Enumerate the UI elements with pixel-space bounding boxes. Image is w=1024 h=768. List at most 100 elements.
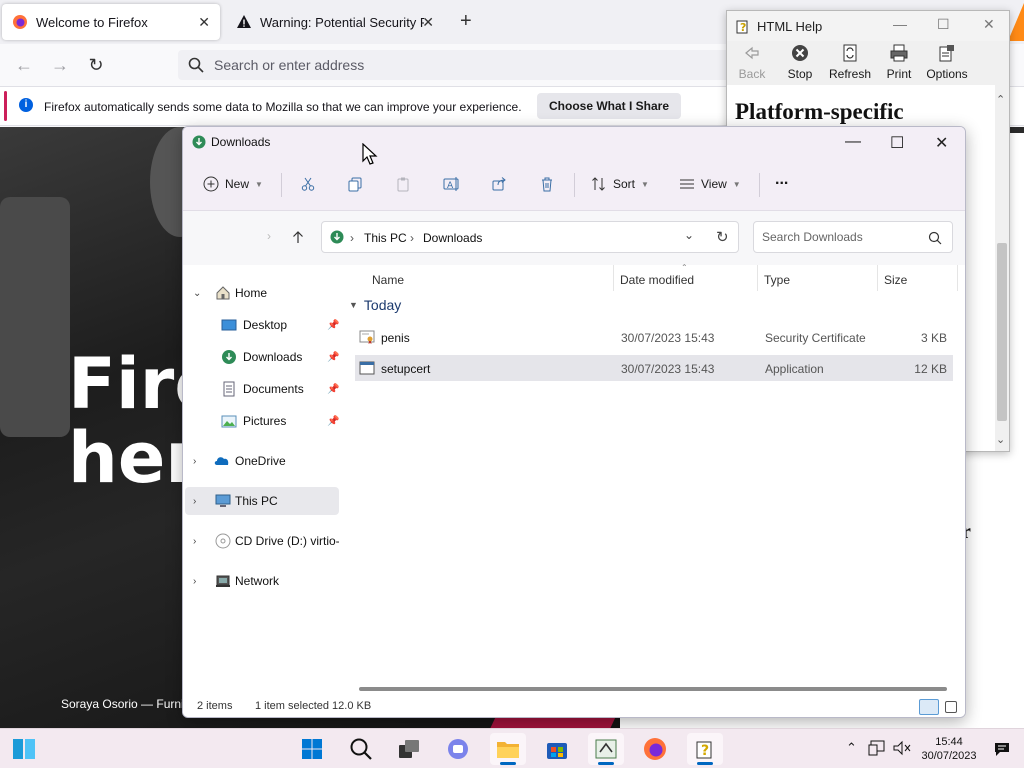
teams-chat-button[interactable] [440, 733, 476, 765]
help-title-bar[interactable]: ? HTML Help — ☐ ✕ [727, 11, 1009, 41]
column-header-size[interactable]: Size [884, 273, 907, 287]
search-box[interactable] [753, 221, 953, 253]
share-button[interactable] [491, 171, 513, 197]
file-name: setupcert [381, 362, 431, 376]
help-back-button[interactable]: Back [727, 43, 777, 81]
nav-item-network[interactable]: › Network [185, 567, 339, 595]
view-button[interactable]: View ▼ [679, 171, 741, 197]
file-row[interactable]: penis 30/07/2023 15:43 Security Certific… [355, 324, 953, 350]
help-options-button[interactable]: Options [922, 43, 972, 81]
details-view-icon[interactable] [919, 699, 939, 715]
file-list-pane: Name ⌃ Date modified Type Size ▼ Today p… [343, 263, 965, 685]
html-help-taskbar-button[interactable]: ? [687, 733, 723, 765]
task-view-button[interactable] [391, 733, 427, 765]
breadcrumb-downloads[interactable]: Downloads [423, 231, 482, 245]
volume-muted-icon[interactable] [893, 740, 911, 756]
scrollbar-thumb[interactable] [997, 243, 1007, 421]
tab-security-warning[interactable]: Warning: Potential Security Risk Ahead ✕ [226, 4, 444, 40]
more-options-button[interactable]: ... [775, 167, 788, 193]
clock-time: 15:44 [935, 736, 963, 748]
nav-item-desktop[interactable]: Desktop 📌 [185, 311, 339, 339]
group-header-today[interactable]: ▼ Today [349, 297, 401, 313]
copy-button[interactable] [347, 171, 369, 197]
chevron-right-icon[interactable]: › [193, 576, 196, 587]
trash-icon [542, 177, 552, 192]
chevron-right-icon[interactable]: › [193, 536, 196, 547]
scroll-down-icon[interactable]: ⌄ [996, 433, 1005, 446]
help-scrollbar[interactable]: ⌃ ⌄ [995, 85, 1009, 451]
microsoft-store-button[interactable] [539, 733, 575, 765]
nav-item-downloads[interactable]: Downloads 📌 [185, 343, 339, 371]
choose-what-i-share-button[interactable]: Choose What I Share [537, 93, 682, 119]
column-header-name[interactable]: Name [372, 273, 404, 287]
minimize-icon[interactable]: — [893, 16, 907, 32]
taskbar-search-button[interactable] [343, 733, 379, 765]
firefox-taskbar-button[interactable] [637, 733, 673, 765]
sort-button[interactable]: Sort ▼ [591, 171, 649, 197]
maximize-icon[interactable]: ☐ [937, 16, 950, 33]
widgets-icon[interactable] [12, 738, 36, 760]
nav-item-home[interactable]: ⌄ Home [185, 279, 339, 307]
address-bar[interactable]: Search or enter address [178, 50, 738, 80]
close-tab-icon[interactable]: ✕ [198, 14, 210, 31]
tiles-view-icon[interactable] [945, 701, 957, 713]
downloads-icon [330, 230, 344, 244]
pin-icon: 📌 [327, 383, 340, 395]
tab-welcome-to-firefox[interactable]: Welcome to Firefox ✕ [2, 4, 220, 40]
new-tab-button[interactable]: + [460, 10, 472, 33]
back-icon[interactable]: ← [12, 54, 36, 76]
file-row[interactable]: setupcert 30/07/2023 15:43 Application 1… [355, 355, 953, 381]
chevron-right-icon[interactable]: › [193, 456, 196, 467]
up-arrow-icon[interactable] [291, 230, 305, 244]
chevron-right-icon[interactable]: › [193, 496, 196, 507]
new-button[interactable]: New ▼ [203, 171, 263, 197]
notifications-icon[interactable] [994, 741, 1010, 757]
nav-item-cd-drive[interactable]: › CD Drive (D:) virtio-w [185, 527, 339, 555]
horizontal-scrollbar[interactable] [359, 687, 947, 691]
chevron-up-icon[interactable]: ⌃ [846, 740, 857, 756]
start-button[interactable] [294, 733, 330, 765]
plus-circle-icon [203, 176, 219, 192]
rename-button[interactable]: A [443, 171, 467, 197]
address-bar[interactable]: › This PC › Downloads ⌄ ↻ [321, 221, 739, 253]
setupcert-taskbar-button[interactable] [588, 733, 624, 765]
search-input[interactable] [762, 230, 912, 244]
chevron-down-icon[interactable]: ⌄ [193, 288, 201, 299]
minimize-icon[interactable]: — [845, 133, 861, 151]
reload-icon[interactable]: ↻ [84, 54, 108, 76]
help-refresh-button[interactable]: Refresh [825, 43, 875, 81]
file-type: Application [765, 362, 824, 376]
refresh-icon[interactable]: ↻ [716, 228, 729, 246]
column-header-date-modified[interactable]: Date modified [620, 273, 694, 287]
chevron-down-icon[interactable]: ⌄ [684, 228, 694, 242]
history-chevron-icon[interactable]: › [267, 229, 271, 243]
explorer-title-bar[interactable]: Downloads — ☐ ✕ [183, 127, 965, 159]
nav-item-pictures[interactable]: Pictures 📌 [185, 407, 339, 435]
column-header-type[interactable]: Type [764, 273, 790, 287]
system-clock[interactable]: 15:44 30/07/2023 [919, 735, 979, 763]
close-tab-icon[interactable]: ✕ [422, 14, 434, 31]
cloud-icon [214, 457, 229, 465]
forward-icon[interactable]: → [48, 54, 72, 76]
paste-icon [397, 177, 409, 192]
maximize-icon[interactable]: ☐ [890, 133, 904, 153]
nav-label: Downloads [243, 350, 303, 364]
help-print-button[interactable]: Print [874, 43, 924, 81]
close-icon[interactable]: ✕ [935, 133, 948, 153]
close-icon[interactable]: ✕ [983, 16, 995, 33]
hero-caption: Soraya Osorio — Furnit [61, 697, 188, 711]
help-stop-button[interactable]: Stop [775, 43, 825, 81]
nav-item-this-pc[interactable]: › This PC [185, 487, 339, 515]
chevron-down-icon: ▼ [641, 179, 649, 189]
file-explorer-taskbar-button[interactable] [490, 733, 526, 765]
network-status-icon[interactable] [868, 740, 886, 756]
breadcrumb-this-pc[interactable]: This PC [364, 231, 407, 245]
cut-button[interactable] [300, 171, 322, 197]
store-icon [547, 743, 567, 759]
delete-button[interactable] [539, 171, 561, 197]
paste-button[interactable] [395, 171, 417, 197]
scroll-up-icon[interactable]: ⌃ [996, 93, 1005, 106]
firefox-logo-icon [13, 15, 27, 29]
nav-item-documents[interactable]: Documents 📌 [185, 375, 339, 403]
nav-item-onedrive[interactable]: › OneDrive [185, 447, 339, 475]
